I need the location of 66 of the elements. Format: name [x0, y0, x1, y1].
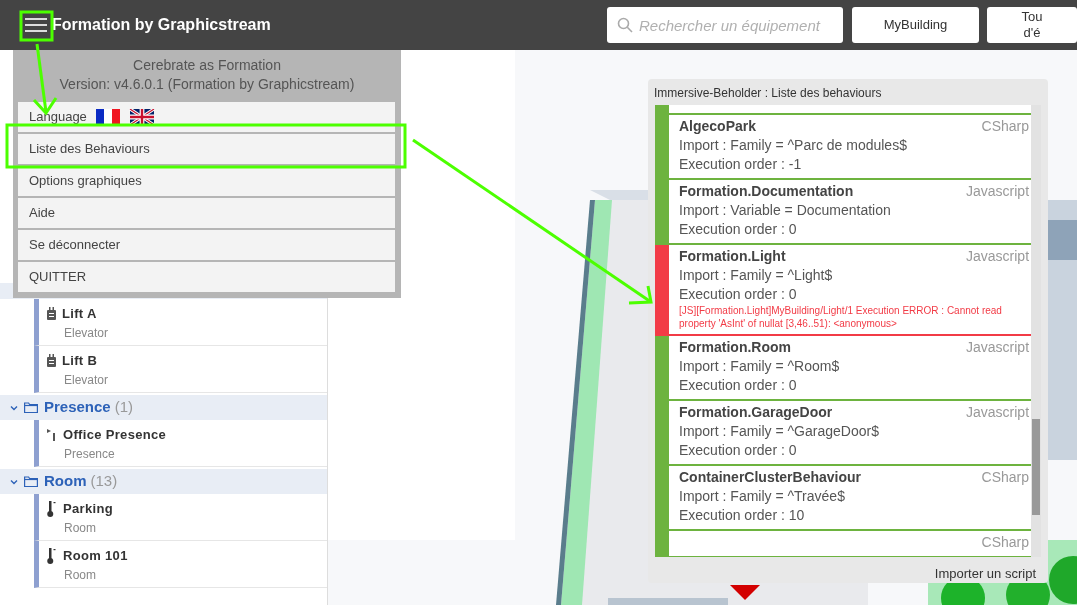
sensor-icon	[47, 428, 57, 441]
behaviour-import: Import : Variable = Documentation	[679, 201, 892, 220]
behaviour-order: Execution order : 0	[679, 441, 798, 460]
behaviour-language: Javascript	[966, 338, 1030, 357]
behaviour-name[interactable]: Formation.Room	[679, 338, 791, 357]
device-type: Elevator	[63, 371, 110, 389]
app-title: Formation by Graphicstream	[52, 15, 271, 35]
behaviour-import: Import : Family = ^Parc de modules$	[679, 136, 908, 155]
device-type: Room	[63, 519, 97, 537]
behaviour-import: Import : Family = ^Room$	[679, 357, 841, 376]
behaviour-language: Javascript	[966, 182, 1030, 201]
device-name[interactable]: Room 101	[63, 546, 128, 566]
device-name[interactable]: Parking	[63, 499, 113, 519]
toolbar-button[interactable]: MyBuilding	[852, 7, 979, 43]
group-name: Room	[44, 471, 87, 492]
group-name: Presence	[44, 397, 111, 418]
behaviour-import: Import : Family = ^Light$	[679, 266, 834, 285]
device-type: Room	[63, 566, 97, 584]
device-name[interactable]: Lift B	[62, 351, 98, 371]
behaviour-language: Javascript	[966, 403, 1030, 422]
behaviour-name[interactable]: ContainerClusterBehaviour	[679, 468, 862, 487]
group-header[interactable]: Presence (1)	[0, 395, 327, 420]
british-flag-icon[interactable]	[128, 109, 155, 125]
thermometer-icon	[47, 500, 57, 517]
behaviour-name[interactable]: Formation.GarageDoor	[679, 403, 833, 422]
group-header[interactable]: Room (13)	[0, 469, 327, 494]
error-message: [JS][Formation.Light]MyBuilding/Light/1 Execution ERROR : Cannot read property 'AsInt' of nullat [3,46..51): <anonymous>	[679, 304, 1003, 330]
menu-item[interactable]: QUITTER	[18, 262, 395, 292]
group-count: (1)	[114, 397, 134, 418]
elevator-icon	[47, 307, 56, 321]
device-type: Elevator	[63, 324, 110, 342]
behaviour-language: CSharp	[981, 533, 1030, 552]
behaviour-order: Execution order : 0	[679, 285, 798, 304]
behaviour-import: Import : Family = ^GarageDoor$	[679, 422, 880, 441]
behaviour-language: CSharp	[981, 468, 1030, 487]
behaviour-order: Execution order : 0	[679, 220, 798, 239]
behaviour-name[interactable]: Formation.Light	[679, 247, 786, 266]
thermometer-icon	[47, 547, 57, 564]
device-name[interactable]: Lift A	[62, 304, 97, 324]
behaviour-order: Execution order : 0	[679, 376, 798, 395]
panel-title: Immersive-Beholder : Liste des behaviours	[653, 85, 883, 102]
app-version: Version: v4.6.0.1 (Formation by Graphicstream)	[58, 75, 356, 94]
menu-item[interactable]: Aide	[18, 198, 395, 228]
app-name: Cerebrate as Formation	[132, 56, 282, 75]
behaviour-import: Import : Family = ^Travée$	[679, 487, 846, 506]
scrollbar-thumb[interactable]	[1032, 419, 1040, 515]
elevator-icon	[47, 354, 56, 368]
folder-icon	[24, 476, 38, 487]
behaviour-name[interactable]: Formation.Documentation	[679, 182, 854, 201]
menu-item[interactable]: Se déconnecter	[18, 230, 395, 260]
toolbar-button[interactable]: Tou d'é	[987, 7, 1077, 43]
import-script-link[interactable]: Importer un script	[934, 563, 1036, 583]
behaviour-language: CSharp	[981, 117, 1030, 136]
behaviour-order: Execution order : 10	[679, 506, 806, 525]
behaviour-order: Execution order : -1	[679, 155, 803, 174]
menu-item[interactable]: Liste des Behaviours	[18, 134, 395, 164]
search-icon	[617, 17, 633, 33]
behaviour-language: Javascript	[966, 247, 1030, 266]
search-field[interactable]: Rechercher un équipement	[607, 7, 843, 43]
folder-icon	[24, 402, 38, 413]
group-count: (13)	[90, 471, 118, 492]
behaviour-name[interactable]: AlgecoPark	[679, 117, 757, 136]
highlight-frame	[19, 10, 54, 42]
french-flag-icon[interactable]	[94, 109, 121, 125]
device-name[interactable]: Office Presence	[63, 425, 167, 445]
device-type: Presence	[63, 445, 116, 463]
